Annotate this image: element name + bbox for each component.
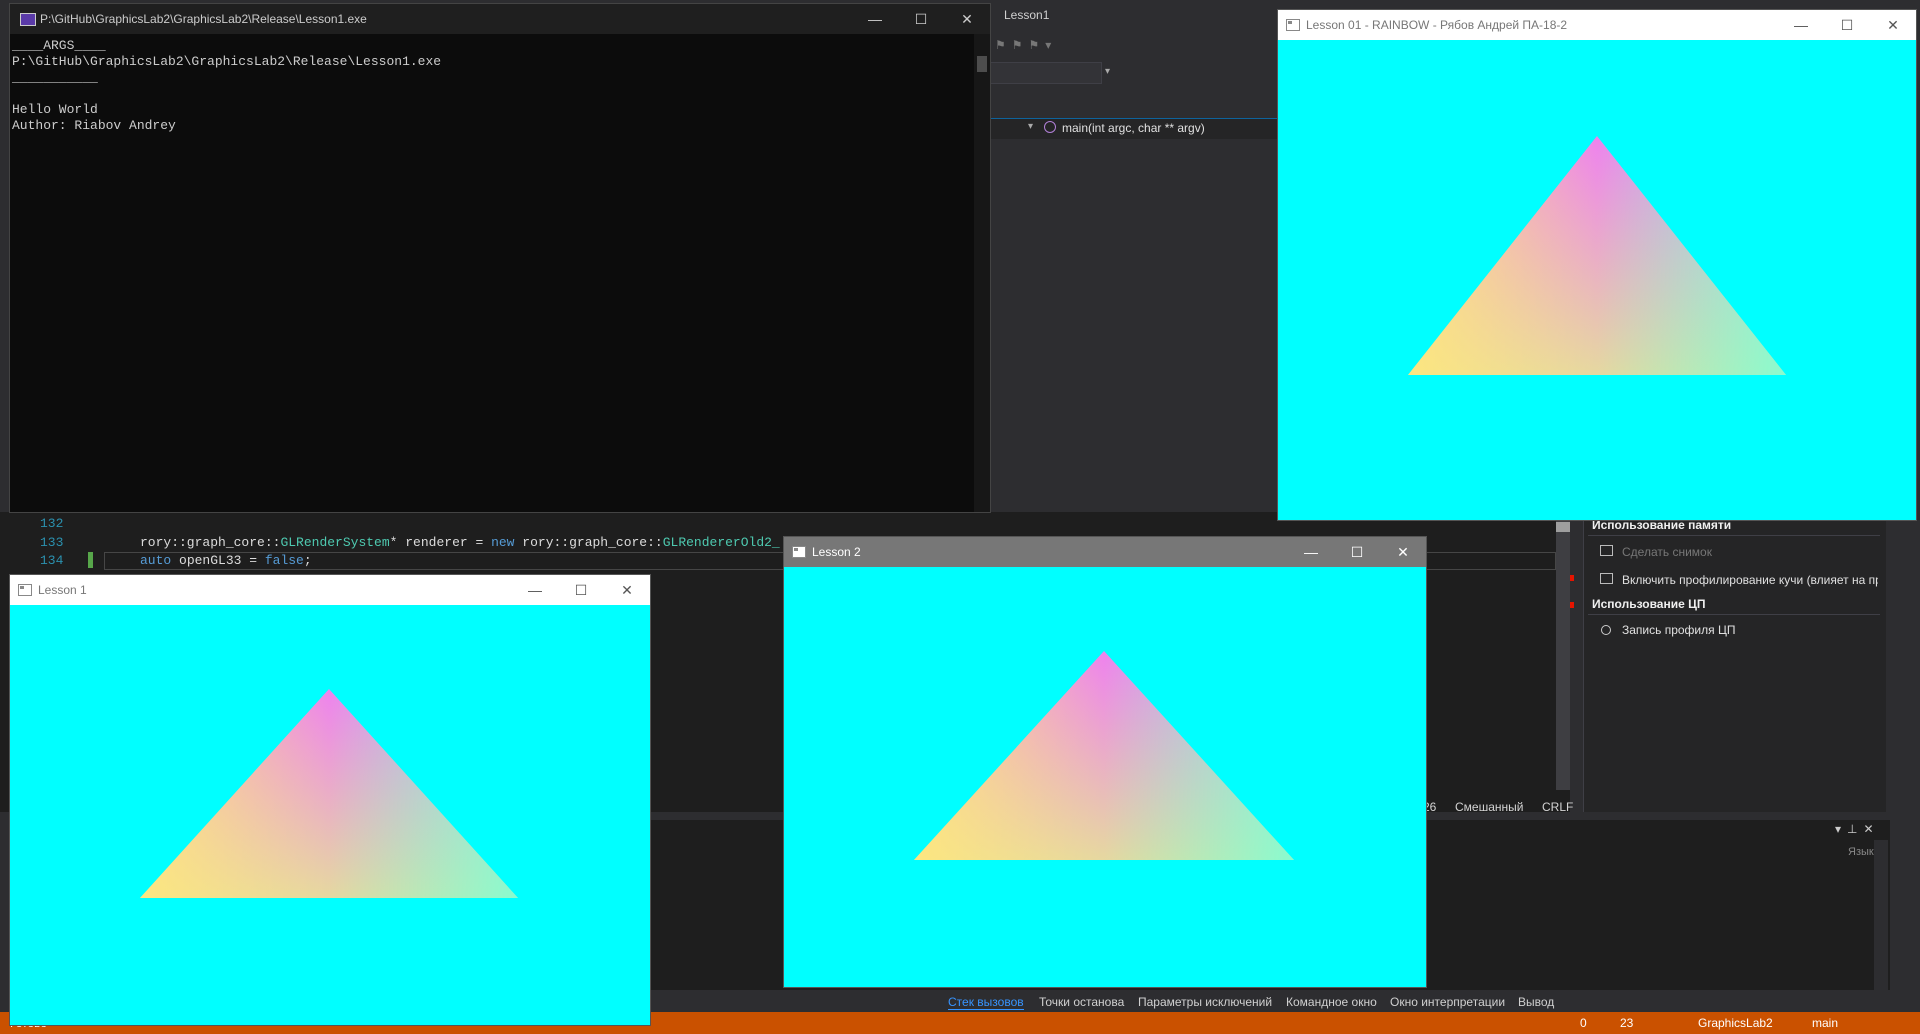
close-button[interactable]: ✕ xyxy=(1870,10,1916,40)
panel-controls[interactable]: ▾⊥✕ xyxy=(1835,822,1880,836)
close-button[interactable]: ✕ xyxy=(944,4,990,34)
status-encoding[interactable]: Смешанный xyxy=(1455,800,1523,814)
console-line: ​ xyxy=(12,86,441,102)
console-window[interactable]: P:\GitHub\GraphicsLab2\GraphicsLab2\Rele… xyxy=(10,4,990,512)
console-app-icon xyxy=(20,13,36,26)
memory-usage-header: Использование памяти xyxy=(1592,518,1732,532)
warning-count[interactable]: 23 xyxy=(1620,1016,1633,1030)
gl-viewport[interactable] xyxy=(10,605,650,1025)
config-dropdown[interactable] xyxy=(990,62,1102,84)
console-line: ____ARGS____ xyxy=(12,38,106,53)
editor-scrollbar[interactable] xyxy=(1556,520,1570,790)
editor-scroll-thumb[interactable] xyxy=(1556,522,1570,532)
console-scrollbar[interactable] xyxy=(974,34,990,512)
line-number: 134 xyxy=(40,553,64,568)
minimize-button[interactable]: — xyxy=(512,575,558,605)
change-indicator xyxy=(88,552,93,568)
console-line: Author: Riabov Andrey xyxy=(12,118,176,133)
error-count[interactable]: 0 xyxy=(1580,1016,1587,1030)
line-number: 132 xyxy=(40,516,64,531)
language-label: Язык xyxy=(1848,846,1874,858)
maximize-button[interactable]: ☐ xyxy=(558,575,604,605)
camera-icon xyxy=(1600,545,1613,556)
snapshot-button[interactable]: Сделать снимок xyxy=(1622,545,1712,559)
chevron-down-icon[interactable]: ▾ xyxy=(1028,121,1033,132)
lesson1-titlebar[interactable]: Lesson 1 — ☐ ✕ xyxy=(10,575,650,605)
divider xyxy=(1588,535,1880,536)
lesson2-title: Lesson 2 xyxy=(812,545,861,559)
tab-output[interactable]: Вывод xyxy=(1518,995,1554,1009)
maximize-button[interactable]: ☐ xyxy=(1334,537,1380,567)
window-icon xyxy=(18,584,32,596)
rainbow-triangle xyxy=(914,651,1294,860)
minimize-button[interactable]: — xyxy=(1288,537,1334,567)
bottom-tab-bar xyxy=(640,990,1920,1012)
maximize-button[interactable]: ☐ xyxy=(898,4,944,34)
rainbow-titlebar[interactable]: Lesson 01 - RAINBOW - Рябов Андрей ПА-18… xyxy=(1278,10,1916,40)
cpu-record-button[interactable]: Запись профиля ЦП xyxy=(1622,623,1735,637)
function-icon xyxy=(1044,121,1056,133)
gl-viewport[interactable] xyxy=(1278,40,1916,520)
console-title: P:\GitHub\GraphicsLab2\GraphicsLab2\Rele… xyxy=(40,12,367,26)
cpu-usage-header: Использование ЦП xyxy=(1592,597,1706,611)
gl-viewport[interactable] xyxy=(784,567,1426,987)
document-tab-label: Lesson1 xyxy=(1004,8,1050,22)
record-icon xyxy=(1601,625,1611,635)
error-marker xyxy=(1570,602,1574,608)
branch-name[interactable]: main xyxy=(1812,1016,1838,1030)
minimize-button[interactable]: — xyxy=(852,4,898,34)
code-line[interactable]: auto openGL33 = false; xyxy=(140,553,312,568)
tab-call-stack[interactable]: Стек вызовов xyxy=(948,995,1024,1010)
nav-function-label[interactable]: main(int argc, char ** argv) xyxy=(1062,121,1205,135)
minimize-button[interactable]: — xyxy=(1778,10,1824,40)
console-output[interactable]: ____ARGS____ P:\GitHub\GraphicsLab2\Graph… xyxy=(12,38,441,134)
console-scroll-thumb[interactable] xyxy=(977,56,987,72)
console-line: ___________ xyxy=(12,70,98,85)
window-icon xyxy=(1286,19,1300,31)
toolbar-bookmark-icons[interactable]: ⚑⚑⚑▾ xyxy=(995,38,1057,52)
tab-exception-settings[interactable]: Параметры исключений xyxy=(1138,995,1272,1009)
maximize-button[interactable]: ☐ xyxy=(1824,10,1870,40)
lesson1-title: Lesson 1 xyxy=(38,583,87,597)
console-line: P:\GitHub\GraphicsLab2\GraphicsLab2\Rele… xyxy=(12,54,442,69)
status-line-endings[interactable]: CRLF xyxy=(1542,800,1573,814)
rainbow-title: Lesson 01 - RAINBOW - Рябов Андрей ПА-18… xyxy=(1306,18,1568,32)
heap-icon xyxy=(1600,573,1613,584)
lesson2-titlebar[interactable]: Lesson 2 — ☐ ✕ xyxy=(784,537,1426,567)
output-scrollbar[interactable] xyxy=(1874,840,1888,990)
heap-profiling-button[interactable]: Включить профилирование кучи (влияет на … xyxy=(1622,573,1878,587)
tab-immediate-window[interactable]: Окно интерпретации xyxy=(1390,995,1505,1009)
error-marker xyxy=(1570,575,1574,581)
console-titlebar[interactable]: P:\GitHub\GraphicsLab2\GraphicsLab2\Rele… xyxy=(10,4,990,34)
rainbow-window[interactable]: Lesson 01 - RAINBOW - Рябов Андрей ПА-18… xyxy=(1278,10,1916,520)
rainbow-triangle xyxy=(140,689,518,898)
close-button[interactable]: ✕ xyxy=(1380,537,1426,567)
chevron-down-icon[interactable]: ▾ xyxy=(1105,66,1110,77)
tab-command-window[interactable]: Командное окно xyxy=(1286,995,1377,1009)
tab-breakpoints[interactable]: Точки останова xyxy=(1039,995,1124,1009)
code-line[interactable]: rory::graph_core::GLRenderSystem* render… xyxy=(140,535,780,550)
divider xyxy=(1588,614,1880,615)
repo-name[interactable]: GraphicsLab2 xyxy=(1698,1016,1773,1030)
line-number: 133 xyxy=(40,535,64,550)
lesson2-window[interactable]: Lesson 2 — ☐ ✕ xyxy=(784,537,1426,987)
console-line: Hello World xyxy=(12,102,98,117)
close-button[interactable]: ✕ xyxy=(604,575,650,605)
lesson1-window[interactable]: Lesson 1 — ☐ ✕ xyxy=(10,575,650,1025)
rainbow-triangle xyxy=(1408,136,1786,375)
window-icon xyxy=(792,546,806,558)
